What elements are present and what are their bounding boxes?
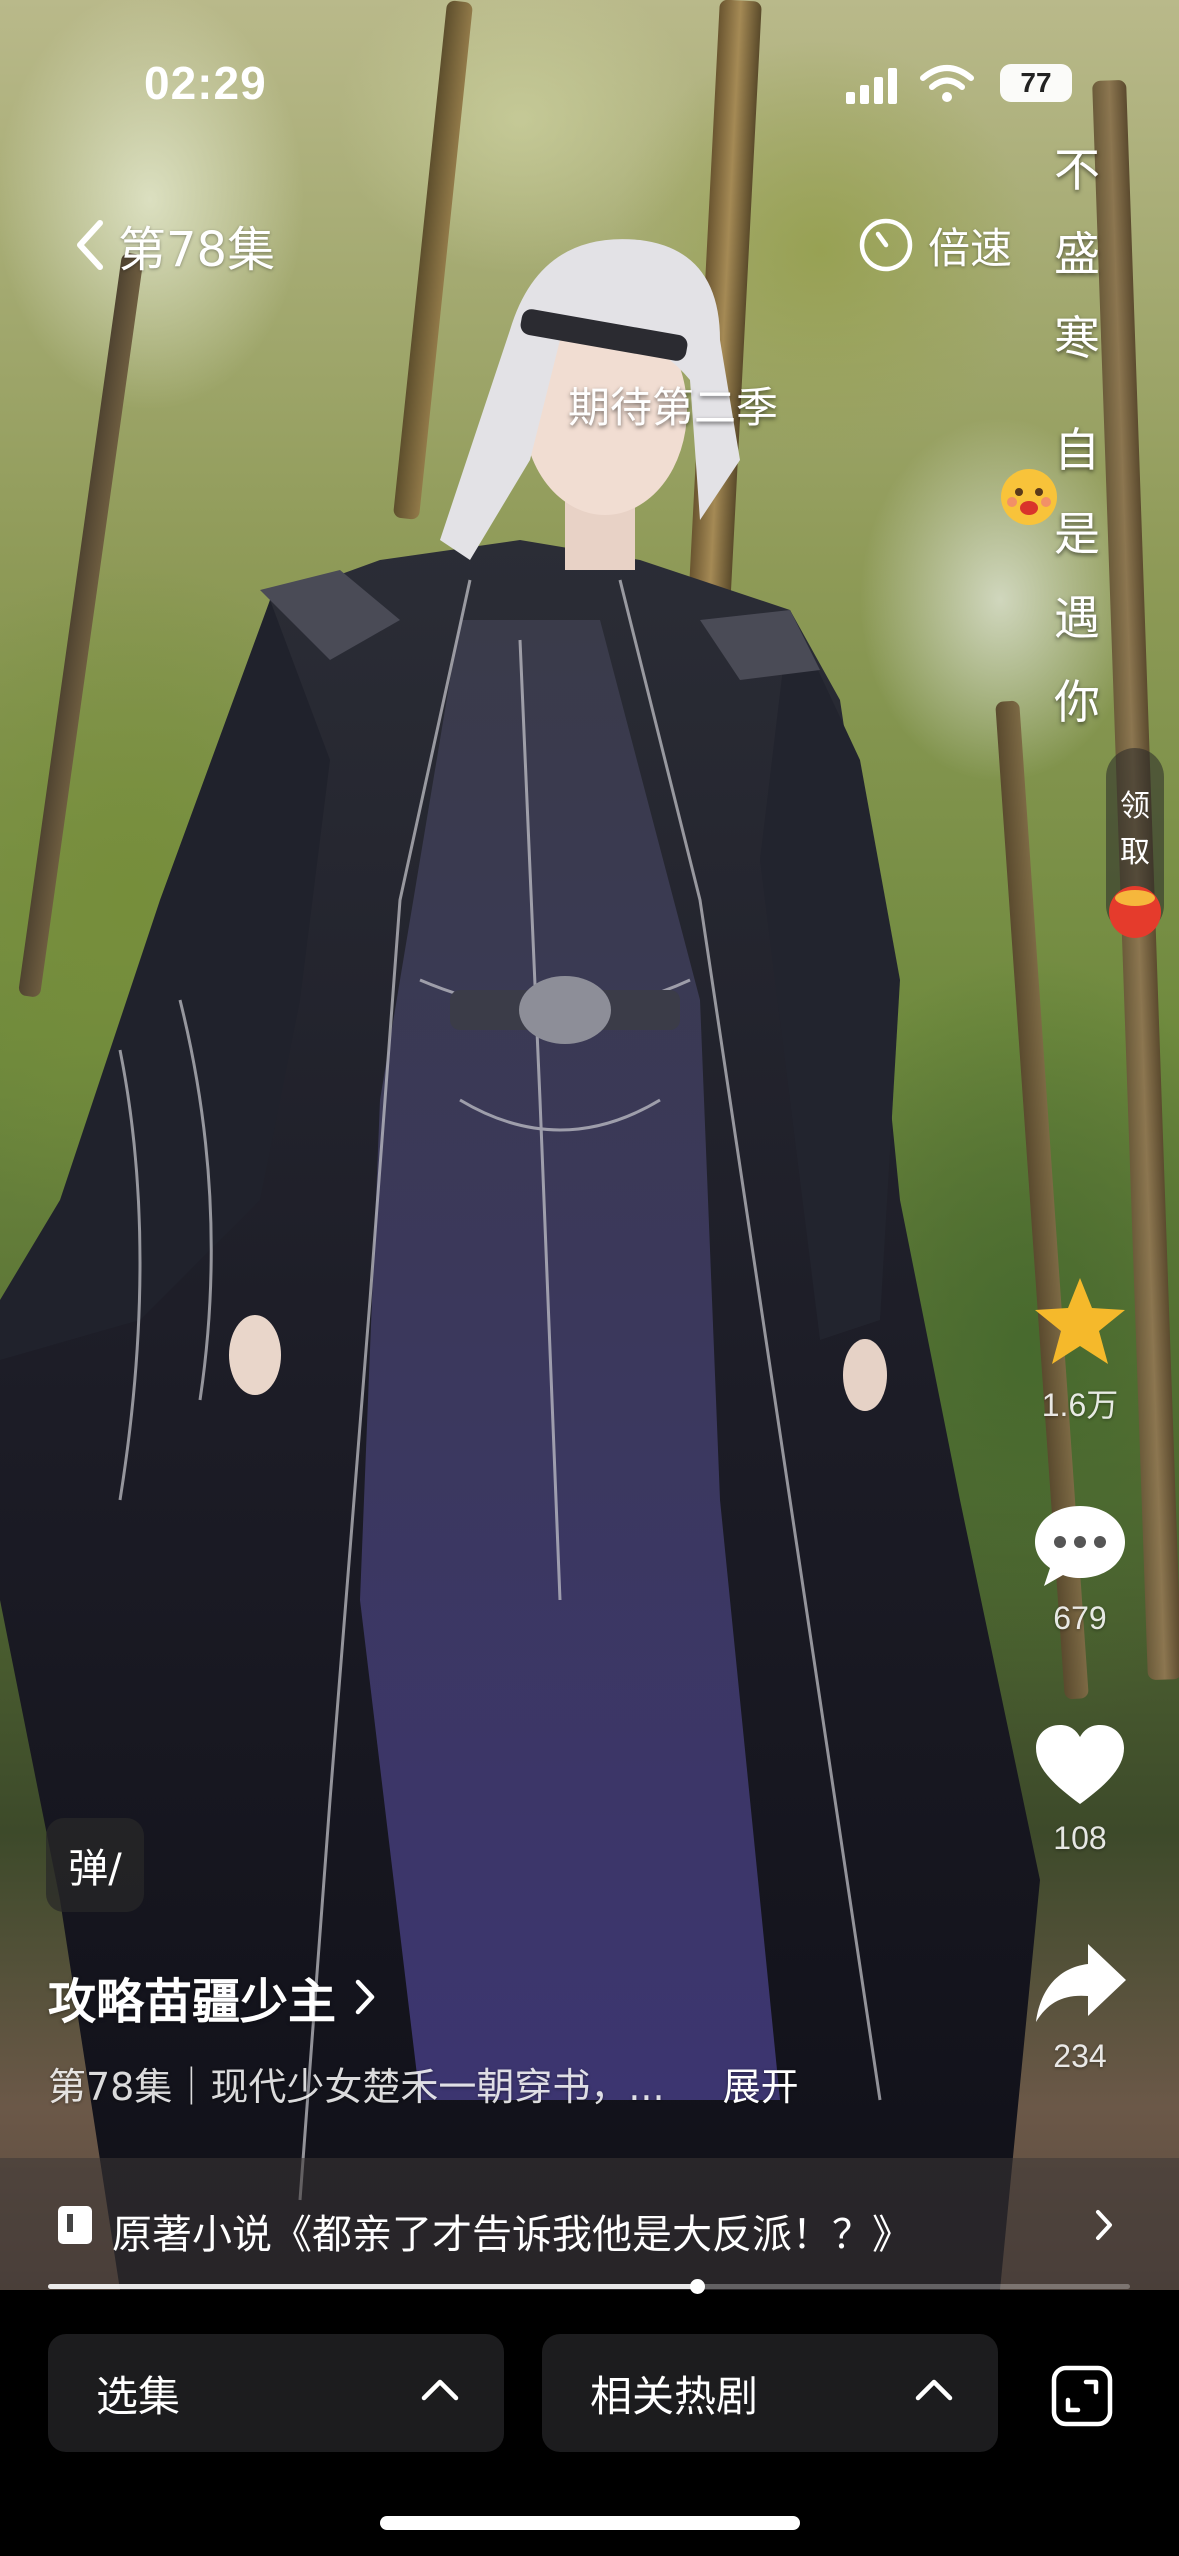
episode-description: 第78集｜现代少女楚禾一朝穿书，... [48, 2065, 665, 2109]
comment-count: 679 [1053, 1600, 1107, 1636]
costumed-figure [0, 239, 1040, 2290]
danmaku-char: 寒 [1054, 311, 1100, 365]
related-dramas-button[interactable]: 相关热剧 [542, 2334, 998, 2452]
status-time: 02:29 [144, 57, 267, 109]
novel-banner-text: 原著小说《都亲了才告诉我他是大反派！？》 [112, 2212, 912, 2258]
blushing-emoji-icon [1001, 469, 1057, 525]
share-count: 234 [1053, 2038, 1107, 2074]
danmaku-toggle-button[interactable]: 弹/ [46, 1818, 144, 1912]
like-action[interactable]: 108 [1024, 1720, 1136, 1857]
episodes-button[interactable]: 选集 [48, 2334, 504, 2452]
danmaku-floating: 期待第二季 [568, 383, 779, 432]
speed-timer-icon [859, 218, 913, 272]
reward-label: 领取 [1120, 789, 1150, 870]
description-row: 第78集｜现代少女楚禾一朝穿书，... 展开 [48, 2056, 799, 2111]
playback-progress[interactable] [48, 2279, 1130, 2294]
book-icon [58, 2206, 92, 2244]
heart-icon [1036, 1725, 1124, 1804]
battery-indicator: 77 [1000, 64, 1072, 102]
chevron-up-icon [915, 2379, 953, 2401]
home-indicator[interactable] [380, 2516, 800, 2530]
show-title-link[interactable]: 攻略苗疆少主 [48, 1962, 376, 2032]
chevron-up-icon [421, 2379, 459, 2401]
red-envelope-icon [1109, 886, 1161, 938]
video-frame[interactable] [0, 0, 1179, 2290]
back-chevron-icon [77, 220, 103, 270]
danmaku-vertical: 不 盛 寒 自 是 遇 你 [1052, 128, 1102, 744]
episodes-label: 选集 [96, 2371, 181, 2421]
danmaku-char: 遇 [1054, 591, 1100, 645]
speed-button[interactable]: 倍速 [858, 212, 1012, 278]
danmaku-char: 不 [1054, 143, 1100, 197]
show-title: 攻略苗疆少主 [48, 1974, 337, 2030]
related-label: 相关热剧 [590, 2371, 759, 2421]
progress-fill [48, 2284, 698, 2289]
wifi-icon [920, 65, 974, 102]
favorite-action[interactable]: 1.6万 [1024, 1274, 1136, 1426]
chevron-right-icon [355, 1979, 375, 2015]
back-button[interactable]: 第78集 [72, 210, 275, 280]
favorite-count: 1.6万 [1041, 1387, 1119, 1423]
reward-claim-button[interactable]: 领取 [1106, 748, 1164, 938]
comment-icon [1035, 1506, 1125, 1586]
share-action[interactable]: 234 [1024, 1938, 1136, 2075]
star-icon [1035, 1278, 1125, 1364]
speed-label: 倍速 [928, 223, 1013, 273]
episode-title: 第78集 [118, 222, 276, 278]
novel-banner[interactable]: 原著小说《都亲了才告诉我他是大反派！？》 [0, 2158, 1179, 2290]
progress-knob[interactable] [690, 2279, 706, 2294]
danmaku-char: 你 [1054, 675, 1100, 729]
share-icon [1036, 1944, 1126, 2022]
fullscreen-icon[interactable] [1050, 2364, 1114, 2428]
expand-button[interactable]: 展开 [723, 2056, 799, 2111]
chevron-right-icon [1096, 2210, 1112, 2240]
danmaku-char: 盛 [1054, 227, 1100, 281]
comment-action[interactable]: 679 [1024, 1500, 1136, 1637]
like-count: 108 [1053, 1820, 1107, 1856]
signal-icon [846, 68, 897, 104]
